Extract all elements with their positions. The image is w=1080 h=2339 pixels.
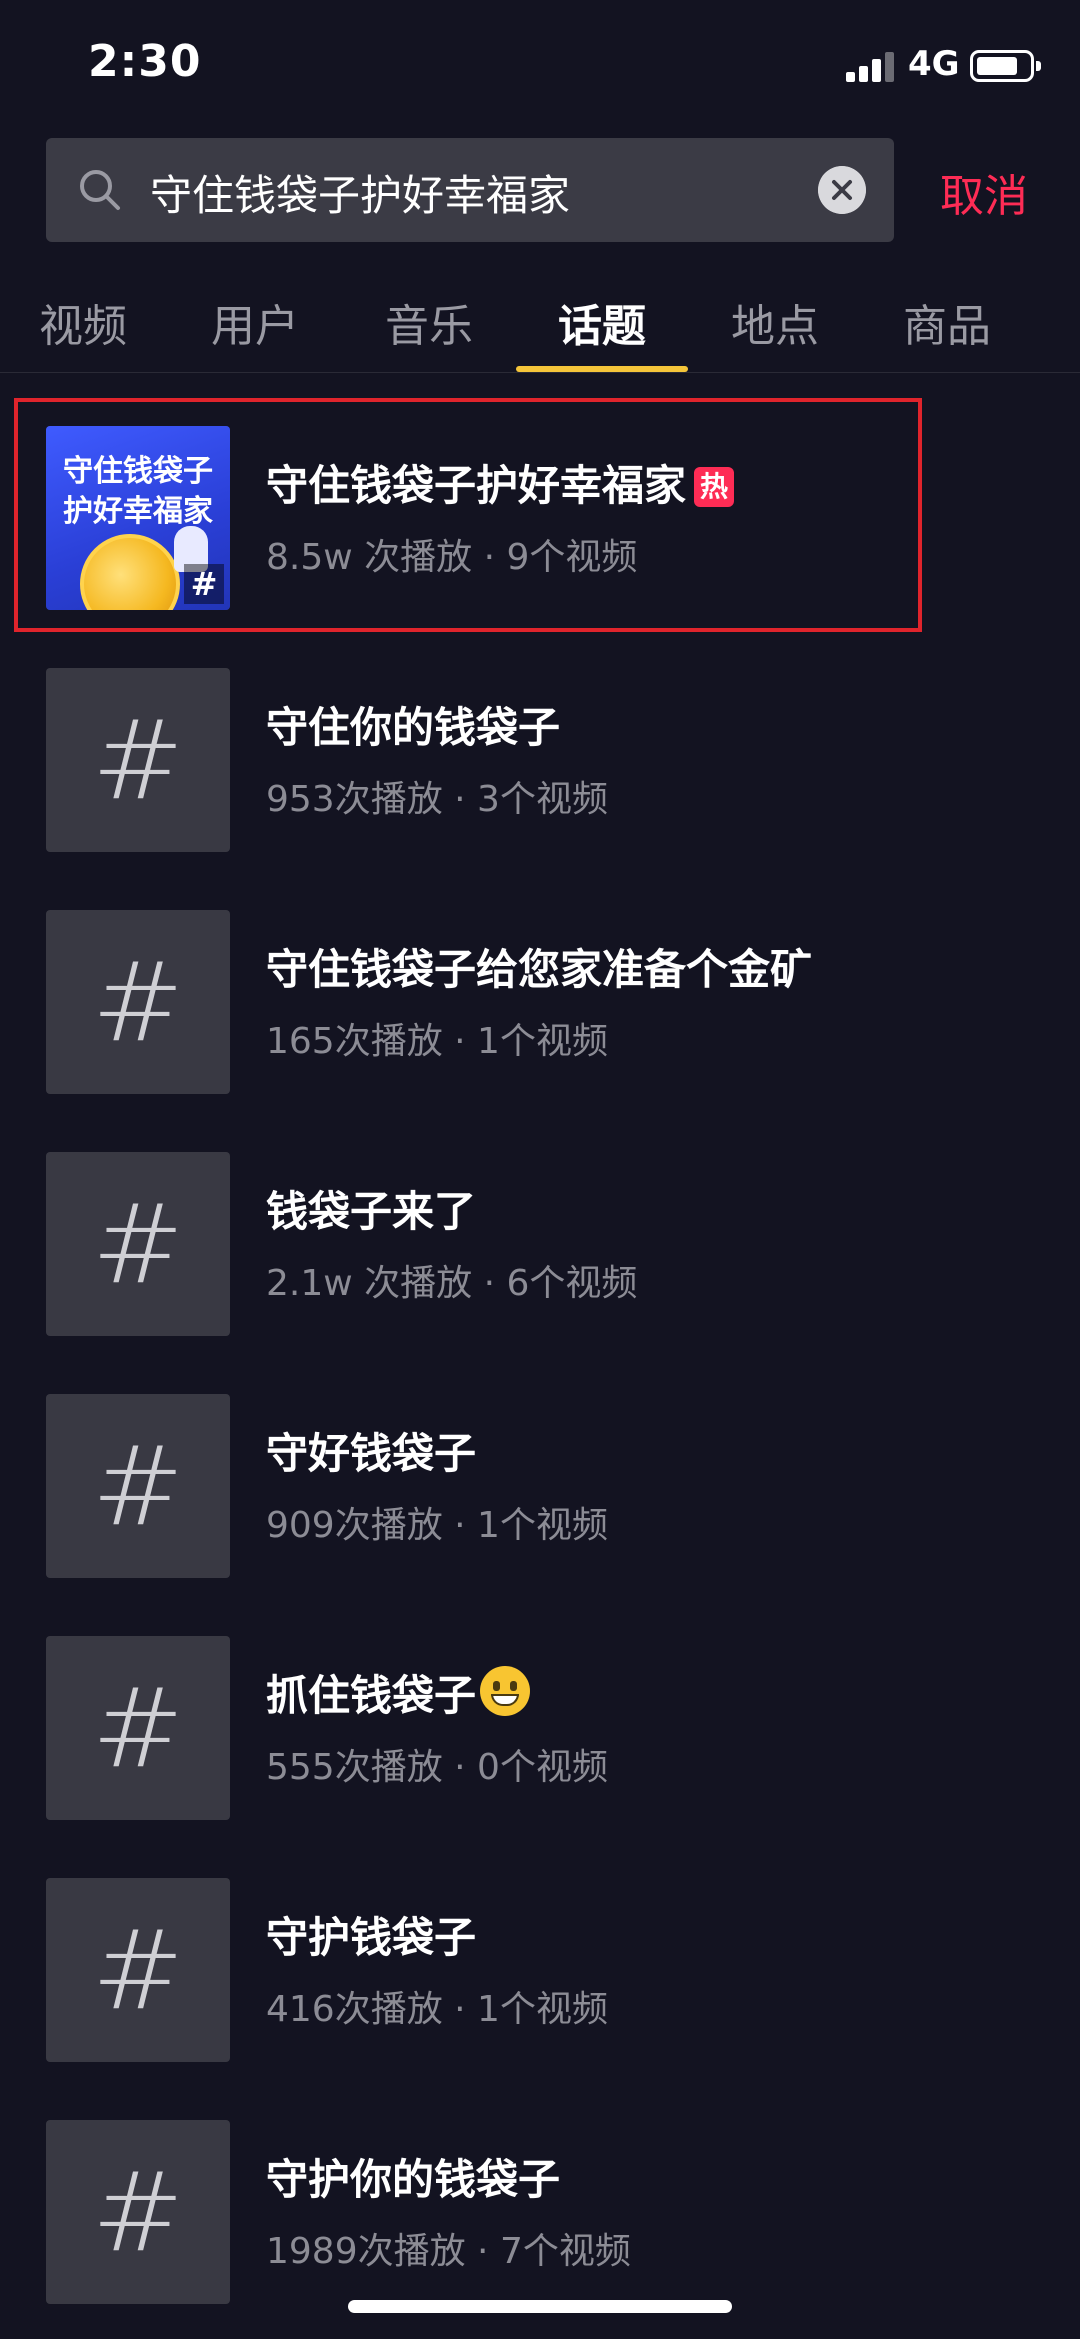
topic-result-item[interactable]: # 抓住钱袋子 555次播放 · 0个视频	[0, 1636, 1080, 1836]
tab-indicator	[516, 366, 688, 372]
tab-users[interactable]: 用户	[180, 290, 330, 354]
search-tabs: 视频 用户 音乐 话题 地点 商品	[0, 272, 1080, 373]
topic-cover-placeholder: #	[46, 1394, 230, 1578]
tab-products[interactable]: 商品	[872, 290, 1022, 354]
grinning-face-emoji-icon	[480, 1666, 531, 1716]
status-bar: 2:30 4G	[0, 0, 1080, 130]
topic-cover-placeholder: #	[46, 1152, 230, 1336]
signal-icon	[846, 52, 898, 82]
topic-cover-placeholder: #	[46, 668, 230, 852]
hashtag-icon: #	[91, 1180, 185, 1308]
topic-result-item[interactable]: # 守住你的钱袋子 953次播放 · 3个视频	[0, 668, 1080, 868]
topic-result-item[interactable]: # 钱袋子来了 2.1w 次播放 · 6个视频	[0, 1152, 1080, 1352]
topic-meta: 2.1w 次播放 · 6个视频	[266, 1263, 638, 1304]
topic-title: 钱袋子来了	[266, 1187, 477, 1236]
search-results-screen: 2:30 4G 守住钱袋子护好幸福家 取消 视频 用户 音乐 话题 地点 商品 …	[0, 0, 1080, 2339]
topic-title: 抓住钱袋子	[266, 1662, 531, 1723]
topic-meta: 909次播放 · 1个视频	[266, 1505, 608, 1546]
hashtag-icon: #	[91, 1422, 185, 1550]
hashtag-icon: #	[91, 1664, 185, 1792]
topic-cover-placeholder: #	[46, 1636, 230, 1820]
topic-meta: 953次播放 · 3个视频	[266, 779, 608, 820]
topic-title: 守护你的钱袋子	[266, 2155, 561, 2204]
search-query[interactable]: 守住钱袋子护好幸福家	[150, 162, 570, 223]
home-indicator[interactable]	[348, 2300, 732, 2313]
topic-title: 守住你的钱袋子	[266, 703, 561, 752]
search-icon	[80, 170, 120, 210]
topic-meta: 555次播放 · 0个视频	[266, 1747, 608, 1788]
network-type: 4G	[908, 44, 960, 84]
topic-result-item[interactable]: # 守护钱袋子 416次播放 · 1个视频	[0, 1878, 1080, 2078]
cancel-button[interactable]: 取消	[940, 160, 1028, 224]
topic-title-text: 抓住钱袋子	[266, 1671, 477, 1720]
hashtag-icon: #	[91, 2148, 185, 2276]
status-time: 2:30	[88, 36, 202, 87]
topic-title: 守住钱袋子给您家准备个金矿	[266, 945, 813, 994]
hashtag-icon: #	[91, 1906, 185, 2034]
topic-cover-placeholder: #	[46, 2120, 230, 2304]
topic-meta: 165次播放 · 1个视频	[266, 1021, 608, 1062]
hashtag-icon: #	[91, 696, 185, 824]
tab-places[interactable]: 地点	[700, 290, 850, 354]
hashtag-icon: #	[91, 938, 185, 1066]
highlight-box	[14, 398, 922, 632]
battery-icon	[970, 50, 1041, 82]
topic-meta: 1989次播放 · 7个视频	[266, 2231, 631, 2272]
topic-result-item[interactable]: # 守好钱袋子 909次播放 · 1个视频	[0, 1394, 1080, 1594]
topic-title: 守好钱袋子	[266, 1429, 477, 1478]
topic-cover-placeholder: #	[46, 910, 230, 1094]
topic-result-item[interactable]: # 守住钱袋子给您家准备个金矿 165次播放 · 1个视频	[0, 910, 1080, 1110]
topic-result-item[interactable]: # 守护你的钱袋子 1989次播放 · 7个视频	[0, 2120, 1080, 2320]
topic-title: 守护钱袋子	[266, 1913, 477, 1962]
topic-meta: 416次播放 · 1个视频	[266, 1989, 608, 2030]
tab-topics[interactable]: 话题	[527, 290, 677, 354]
tab-music[interactable]: 音乐	[354, 290, 504, 354]
clear-icon[interactable]	[818, 166, 866, 214]
topic-cover-placeholder: #	[46, 1878, 230, 2062]
tab-videos[interactable]: 视频	[8, 290, 158, 354]
search-input[interactable]: 守住钱袋子护好幸福家	[46, 138, 894, 242]
